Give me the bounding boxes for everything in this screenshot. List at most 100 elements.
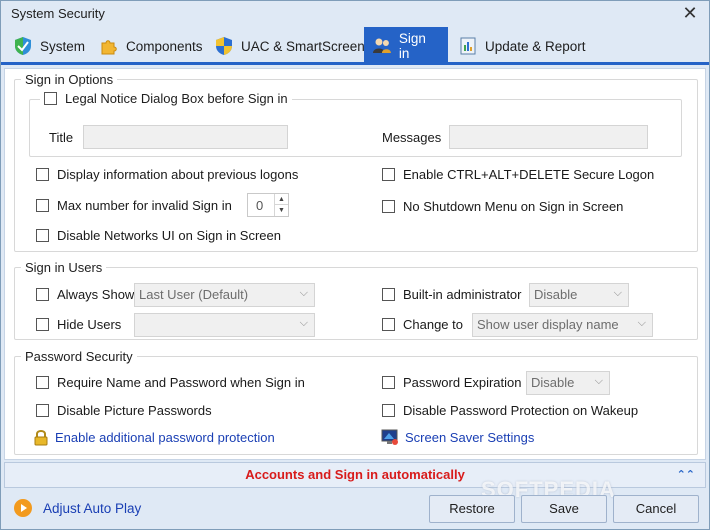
users-icon xyxy=(372,38,391,53)
checkbox-box[interactable] xyxy=(36,404,49,417)
builtin-admin-select[interactable]: Disable ⌵ xyxy=(529,283,629,307)
require-name-password-checkbox[interactable]: Require Name and Password when Sign in xyxy=(36,375,305,390)
always-show-select[interactable]: Last User (Default) ⌵ xyxy=(134,283,315,307)
display-previous-logons-checkbox[interactable]: Display information about previous logon… xyxy=(36,167,298,182)
select-value: Disable xyxy=(531,375,575,390)
max-invalid-sign-in-spinner[interactable]: 0 ▲ ▼ xyxy=(247,193,289,217)
checkbox-label: Built-in administrator xyxy=(403,287,522,302)
change-to-select[interactable]: Show user display name ⌵ xyxy=(472,313,653,337)
collapse-up-icon[interactable]: ⌃⌃ xyxy=(677,463,695,487)
group-title: Sign in Options xyxy=(25,72,114,87)
tab-bar: System Components UAC & SmartScreen Sign… xyxy=(1,27,709,65)
change-to-checkbox[interactable]: Change to xyxy=(382,317,463,332)
checkbox-label: Change to xyxy=(403,317,463,332)
tab-uac-smartscreen[interactable]: UAC & SmartScreen xyxy=(206,27,373,65)
checkbox-box[interactable] xyxy=(36,168,49,181)
title-bar: System Security ✕ xyxy=(1,1,709,27)
group-title: Sign in Users xyxy=(25,260,103,275)
chevron-down-icon: ⌵ xyxy=(594,375,603,387)
legal-notice-checkbox[interactable]: Legal Notice Dialog Box before Sign in xyxy=(40,91,292,108)
disable-picture-passwords-checkbox[interactable]: Disable Picture Passwords xyxy=(36,403,212,418)
disable-network-ui-checkbox[interactable]: Disable Networks UI on Sign in Screen xyxy=(36,228,281,243)
title-input[interactable] xyxy=(83,125,288,149)
spin-up-icon[interactable]: ▲ xyxy=(274,194,288,205)
select-value: Disable xyxy=(534,287,578,302)
select-value: Show user display name xyxy=(477,317,619,332)
tab-components[interactable]: Components xyxy=(91,27,211,65)
checkbox-label: Max number for invalid Sign in xyxy=(57,198,232,213)
chevron-down-icon: ⌵ xyxy=(637,317,646,329)
checkbox-label: Disable Picture Passwords xyxy=(57,403,212,418)
disable-wakeup-password-checkbox[interactable]: Disable Password Protection on Wakeup xyxy=(382,403,638,418)
checkbox-box[interactable] xyxy=(382,376,395,389)
checkbox-label: Hide Users xyxy=(57,317,122,332)
window-title: System Security xyxy=(11,6,105,21)
checkbox-label: Enable CTRL+ALT+DELETE Secure Logon xyxy=(403,167,655,182)
accounts-sign-in-banner[interactable]: Accounts and Sign in automatically ⌃⌃ xyxy=(4,462,706,488)
no-shutdown-menu-checkbox[interactable]: No Shutdown Menu on Sign in Screen xyxy=(382,199,623,214)
system-security-window: System Security ✕ System Components UAC … xyxy=(0,0,710,530)
tab-system[interactable]: System xyxy=(5,27,93,65)
checkbox-box[interactable] xyxy=(382,288,395,301)
tab-sign-in[interactable]: Sign in xyxy=(364,27,448,65)
shield-check-icon xyxy=(15,37,31,55)
cancel-button[interactable]: Cancel xyxy=(613,495,699,523)
messages-input[interactable] xyxy=(449,125,648,149)
ctrl-alt-del-checkbox[interactable]: Enable CTRL+ALT+DELETE Secure Logon xyxy=(382,167,654,182)
checkbox-box[interactable] xyxy=(36,288,49,301)
tab-update-report[interactable]: Update & Report xyxy=(450,27,594,65)
checkbox-label: Always Show xyxy=(57,287,135,302)
checkbox-label: Require Name and Password when Sign in xyxy=(57,375,305,390)
checkbox-box[interactable] xyxy=(382,168,395,181)
play-circle-icon xyxy=(14,499,32,517)
checkbox-label: Password Expiration xyxy=(403,375,522,390)
max-invalid-sign-in-checkbox[interactable]: Max number for invalid Sign in xyxy=(36,198,232,213)
always-show-checkbox[interactable]: Always Show xyxy=(36,287,134,302)
password-expiration-select[interactable]: Disable ⌵ xyxy=(526,371,610,395)
tab-label: System xyxy=(40,38,86,54)
checkbox-box[interactable] xyxy=(382,404,395,417)
restore-button[interactable]: Restore xyxy=(429,495,515,523)
close-icon: ✕ xyxy=(682,3,698,23)
spinner-value: 0 xyxy=(256,198,264,213)
checkbox-box[interactable] xyxy=(36,199,49,212)
checkbox-box[interactable] xyxy=(44,92,57,105)
chevron-down-icon: ⌵ xyxy=(299,317,308,329)
checkbox-label: Disable Password Protection on Wakeup xyxy=(403,403,639,418)
puzzle-piece-icon xyxy=(101,40,117,55)
sign-in-panel: Sign in Options Legal Notice Dialog Box … xyxy=(4,68,706,460)
screen-saver-settings-link[interactable]: Screen Saver Settings xyxy=(405,430,534,445)
lock-icon xyxy=(34,430,48,446)
checkbox-label: No Shutdown Menu on Sign in Screen xyxy=(403,199,624,214)
checkbox-box[interactable] xyxy=(382,200,395,213)
tab-label: Update & Report xyxy=(485,38,586,54)
password-expiration-checkbox[interactable]: Password Expiration xyxy=(382,375,522,390)
messages-label: Messages xyxy=(382,130,442,145)
checkbox-label: Disable Networks UI on Sign in Screen xyxy=(57,228,281,243)
checkbox-box[interactable] xyxy=(36,318,49,331)
title-label: Title xyxy=(49,130,74,145)
tab-label: Sign in xyxy=(398,31,426,61)
screen-saver-icon xyxy=(381,429,398,445)
checkbox-box[interactable] xyxy=(36,376,49,389)
tab-label: Components xyxy=(126,38,203,54)
spin-down-icon[interactable]: ▼ xyxy=(274,205,288,216)
save-button[interactable]: Save xyxy=(521,495,607,523)
screen-saver-settings[interactable]: Screen Saver Settings xyxy=(381,429,534,446)
hide-users-checkbox[interactable]: Hide Users xyxy=(36,317,121,332)
checkbox-box[interactable] xyxy=(36,229,49,242)
uac-shield-icon xyxy=(216,37,232,55)
adjust-auto-play[interactable]: Adjust Auto Play xyxy=(13,498,141,518)
additional-password-protection-link[interactable]: Enable additional password protection xyxy=(55,430,275,445)
additional-password-protection[interactable]: Enable additional password protection xyxy=(33,429,275,446)
checkbox-box[interactable] xyxy=(382,318,395,331)
group-title: Password Security xyxy=(25,349,133,364)
checkbox-label: Legal Notice Dialog Box before Sign in xyxy=(65,91,288,106)
chevron-down-icon: ⌵ xyxy=(613,287,622,299)
hide-users-select[interactable]: ⌵ xyxy=(134,313,315,337)
builtin-admin-checkbox[interactable]: Built-in administrator xyxy=(382,287,522,302)
tab-label: UAC & SmartScreen xyxy=(241,38,365,54)
adjust-auto-play-link[interactable]: Adjust Auto Play xyxy=(43,501,141,516)
close-button[interactable]: ✕ xyxy=(679,3,701,25)
checkbox-label: Display information about previous logon… xyxy=(57,167,299,182)
